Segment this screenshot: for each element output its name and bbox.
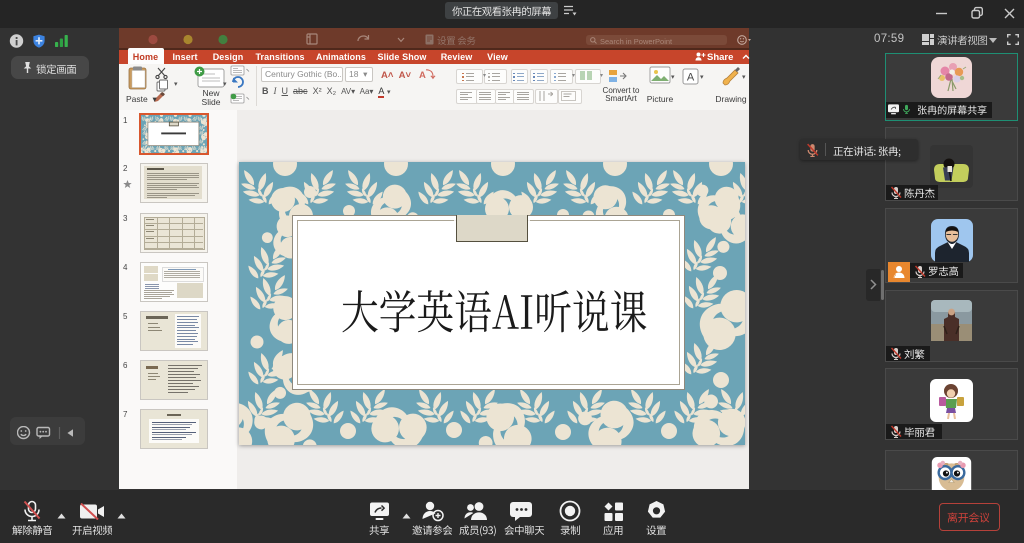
svg-text:A: A: [687, 72, 695, 84]
